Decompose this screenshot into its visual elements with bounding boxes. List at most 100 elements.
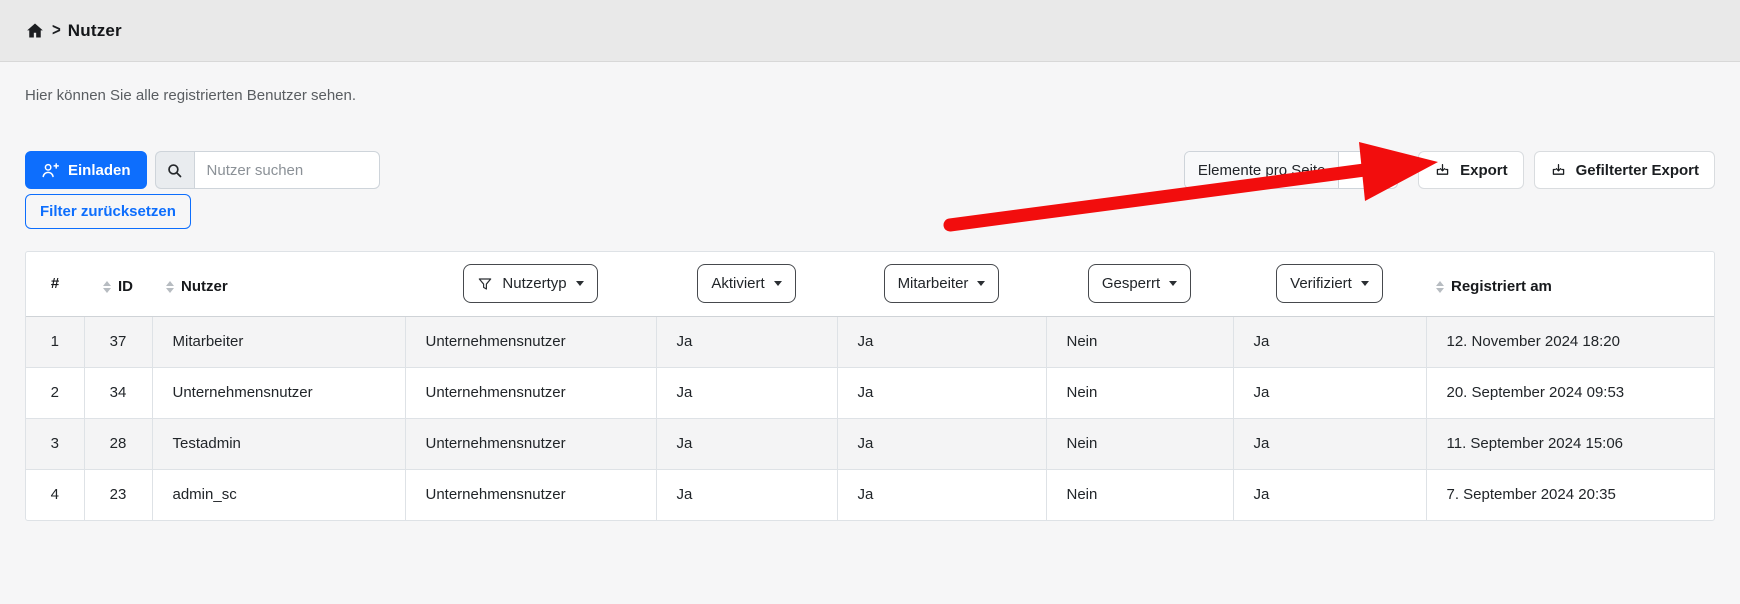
cell-verified: Ja [1233,316,1426,367]
per-page-number: 25 [1351,162,1368,179]
cell-activated: Ja [656,316,837,367]
employee-filter-dropdown[interactable]: Mitarbeiter [884,264,1000,303]
locked-filter-dropdown[interactable]: Gesperrt [1088,264,1191,303]
col-header-id-label: ID [118,278,133,295]
col-header-locked: Gesperrt [1046,252,1233,316]
cell-user: Mitarbeiter [152,316,405,367]
col-header-employee: Mitarbeiter [837,252,1046,316]
col-header-id: ID [84,252,152,316]
cell-user-type: Unternehmensnutzer [405,367,656,418]
cell-registered: 11. September 2024 15:06 [1426,418,1714,469]
cell-verified: Ja [1233,469,1426,520]
table-row: 3 28 Testadmin Unternehmensnutzer Ja Ja … [26,418,1714,469]
cell-locked: Nein [1046,316,1233,367]
cell-employee: Ja [837,418,1046,469]
cell-activated: Ja [656,469,837,520]
cell-num: 1 [26,316,84,367]
users-table-card: # ID Nutzer [25,251,1715,521]
cell-num: 3 [26,418,84,469]
search-icon [166,162,183,179]
filtered-export-button-label: Gefilterter Export [1576,162,1699,179]
col-header-user-label: Nutzer [181,278,228,295]
cell-verified: Ja [1233,367,1426,418]
search-group [155,151,380,189]
cell-id: 23 [84,469,152,520]
cell-registered: 12. November 2024 18:20 [1426,316,1714,367]
invite-button-label: Einladen [68,162,131,179]
cell-id: 28 [84,418,152,469]
reset-filters-button[interactable]: Filter zurücksetzen [25,194,191,229]
search-addon [155,151,194,189]
activated-filter-dropdown[interactable]: Aktiviert [697,264,795,303]
toolbar: Einladen Filter zurücksetzen Elemente pr… [25,151,1715,229]
cell-employee: Ja [837,367,1046,418]
cell-num: 2 [26,367,84,418]
col-header-registered-label: Registriert am [1451,278,1552,295]
cell-id: 34 [84,367,152,418]
sort-arrows-icon [1436,281,1444,293]
verified-filter-label: Verifiziert [1290,275,1352,292]
users-table: # ID Nutzer [26,252,1714,520]
sort-registered[interactable]: Registriert am [1436,278,1552,295]
table-row: 2 34 Unternehmensnutzer Unternehmensnutz… [26,367,1714,418]
col-header-verified: Verifiziert [1233,252,1426,316]
col-header-user-type: Nutzertyp [405,252,656,316]
chevron-down-icon [774,281,782,286]
cell-activated: Ja [656,367,837,418]
items-per-page-value: 25 [1339,152,1397,188]
cell-num: 4 [26,469,84,520]
download-icon [1550,162,1567,179]
breadcrumb-separator-icon: > [52,21,61,41]
cell-employee: Ja [837,469,1046,520]
table-header-row: # ID Nutzer [26,252,1714,316]
page-title: Nutzer [68,21,122,41]
user-type-filter-dropdown[interactable]: Nutzertyp [463,264,597,303]
items-per-page-select[interactable]: Elemente pro Seite 25 [1184,151,1398,189]
col-header-num: # [26,252,84,316]
cell-user-type: Unternehmensnutzer [405,316,656,367]
cell-verified: Ja [1233,418,1426,469]
cell-locked: Nein [1046,469,1233,520]
table-row: 1 37 Mitarbeiter Unternehmensnutzer Ja J… [26,316,1714,367]
cell-employee: Ja [837,316,1046,367]
table-row: 4 23 admin_sc Unternehmensnutzer Ja Ja N… [26,469,1714,520]
col-header-user: Nutzer [152,252,405,316]
cell-user-type: Unternehmensnutzer [405,418,656,469]
verified-filter-dropdown[interactable]: Verifiziert [1276,264,1383,303]
sort-arrows-icon [166,281,174,293]
invite-button[interactable]: Einladen [25,151,147,189]
sort-id[interactable]: ID [103,278,133,295]
cell-locked: Nein [1046,418,1233,469]
cell-user-type: Unternehmensnutzer [405,469,656,520]
chevron-down-icon [1361,281,1369,286]
download-icon [1434,162,1451,179]
items-per-page-label: Elemente pro Seite [1185,152,1340,188]
cell-id: 37 [84,316,152,367]
cell-user: Unternehmensnutzer [152,367,405,418]
filtered-export-button[interactable]: Gefilterter Export [1534,151,1715,189]
funnel-icon [477,276,493,292]
cell-locked: Nein [1046,367,1233,418]
sort-user[interactable]: Nutzer [166,278,228,295]
chevron-down-icon [1377,168,1385,173]
cell-registered: 20. September 2024 09:53 [1426,367,1714,418]
chevron-down-icon [576,281,584,286]
cell-activated: Ja [656,418,837,469]
user-type-filter-label: Nutzertyp [502,275,566,292]
col-header-activated: Aktiviert [656,252,837,316]
chevron-down-icon [1169,281,1177,286]
sort-arrows-icon [103,281,111,293]
employee-filter-label: Mitarbeiter [898,275,969,292]
activated-filter-label: Aktiviert [711,275,764,292]
export-button[interactable]: Export [1418,151,1524,189]
chevron-down-icon [977,281,985,286]
home-icon[interactable] [25,21,45,41]
locked-filter-label: Gesperrt [1102,275,1160,292]
page-description: Hier können Sie alle registrierten Benut… [25,87,1715,104]
cell-registered: 7. September 2024 20:35 [1426,469,1714,520]
person-plus-icon [41,161,60,180]
breadcrumb: > Nutzer [25,21,122,41]
search-input[interactable] [194,151,380,189]
col-header-registered: Registriert am [1426,252,1714,316]
cell-user: admin_sc [152,469,405,520]
